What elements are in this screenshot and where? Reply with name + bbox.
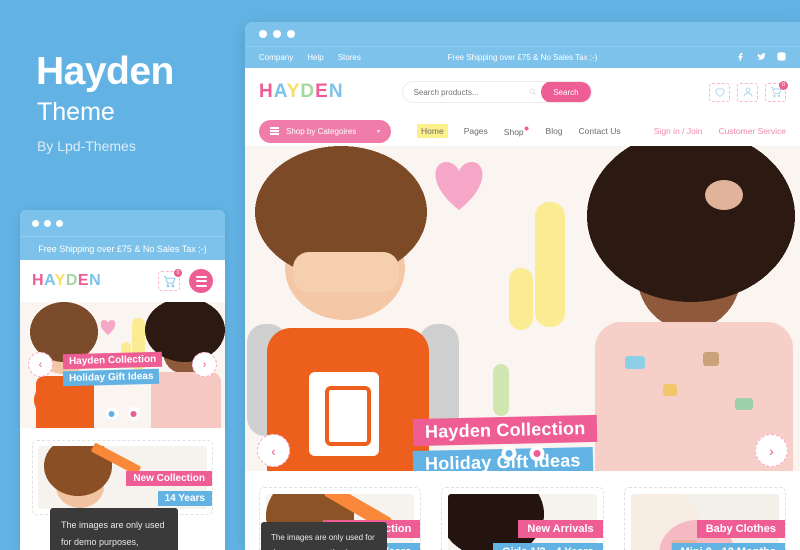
topbar-links: Company Help Stores xyxy=(259,53,361,62)
mobile-hero-slider: Hayden Collection Holiday Gift Ideas ‹ › xyxy=(20,302,225,428)
nav-item-home[interactable]: Home xyxy=(417,124,448,138)
sign-in-join-link[interactable]: Sign in / Join xyxy=(654,126,703,136)
browser-window: Company Help Stores Free Shipping over £… xyxy=(245,22,800,550)
mobile-hero-tag-primary: Hayden Collection xyxy=(62,351,163,370)
mobile-hero-prev-icon[interactable]: ‹ xyxy=(28,352,53,377)
mobile-shipping-banner: Free Shipping over £75 & No Sales Tax ;-… xyxy=(20,236,225,260)
topbar-link-company[interactable]: Company xyxy=(259,53,293,62)
mobile-logo[interactable]: HAYDEN xyxy=(32,272,101,290)
hero-slider: Hayden Collection Holiday Gift Ideas ‹ › xyxy=(245,146,800,471)
hero-prev-icon[interactable]: ‹ xyxy=(257,434,290,467)
hero-headline-primary: Hayden Collection xyxy=(412,414,598,447)
promo-card-baby-clothes[interactable]: Baby Clothes Mini 0 - 12 Months xyxy=(623,487,786,550)
cart-badge: 0 xyxy=(779,80,788,90)
window-dot-close-icon[interactable] xyxy=(32,219,39,227)
promo-card-tag-primary: Baby Clothes xyxy=(696,520,785,538)
nav-item-contact-us[interactable]: Contact Us xyxy=(579,126,621,136)
hero-dot-1[interactable] xyxy=(501,446,516,461)
nav-item-shop-label: Shop xyxy=(503,126,524,137)
mobile-header: HAYDEN 0 xyxy=(20,260,225,302)
search-icon xyxy=(525,88,541,96)
mobile-preview-window: Free Shipping over £75 & No Sales Tax ;-… xyxy=(20,210,225,550)
search-input[interactable] xyxy=(402,87,526,97)
star-icon: ✸ xyxy=(523,126,530,134)
promo-subtitle: Theme xyxy=(37,98,115,126)
topbar-link-help[interactable]: Help xyxy=(307,53,323,62)
instagram-icon[interactable] xyxy=(777,52,786,63)
site-header: HAYDEN Search 0 xyxy=(245,68,800,116)
promo-card-new-arrivals[interactable]: New Arrivals Girls 1/2 - 4 Years xyxy=(441,487,604,550)
search-bar: Search xyxy=(401,81,592,103)
mobile-hero-tag-secondary: Holiday Gift Ideas xyxy=(62,368,160,387)
nav-item-blog[interactable]: Blog xyxy=(546,126,563,136)
header-icon-group: 0 xyxy=(709,80,788,102)
cactus-decor-small-icon xyxy=(493,364,509,416)
hero-photo-right xyxy=(585,146,800,471)
nav-item-pages[interactable]: Pages xyxy=(464,126,488,136)
mobile-header-icons: 0 xyxy=(158,269,213,293)
promo-author: By Lpd-Themes xyxy=(37,138,136,154)
hero-next-icon[interactable]: › xyxy=(755,434,788,467)
mobile-card-tag-primary: New Collection xyxy=(126,471,212,486)
cactus-decor-icon xyxy=(509,202,565,330)
hero-photo-right-bow xyxy=(705,180,743,210)
window-dot-close-icon[interactable] xyxy=(259,30,267,38)
mobile-hero-dot-2[interactable] xyxy=(127,407,140,420)
mobile-window-chrome xyxy=(20,210,225,236)
mobile-card-tag-secondary: 14 Years xyxy=(157,491,212,506)
hero-photo-left-print xyxy=(309,372,379,456)
nav-links: Home Pages Shop✸ Blog Contact Us xyxy=(417,124,621,138)
social-links xyxy=(737,52,786,63)
wishlist-icon[interactable] xyxy=(709,82,730,102)
hero-pattern-3 xyxy=(703,352,719,366)
mobile-copyright-tooltip: The images are only used for demo purpos… xyxy=(50,508,178,550)
copyright-tooltip: The images are only used for demo purpos… xyxy=(261,522,387,550)
mobile-promo-card[interactable]: New Collection 14 Years xyxy=(32,440,213,515)
window-dot-minimize-icon[interactable] xyxy=(44,219,51,227)
hamburger-icon xyxy=(270,127,279,135)
mobile-hero-dot-1[interactable] xyxy=(105,407,118,420)
account-icon[interactable] xyxy=(737,82,758,102)
promo-card-tag-primary: New Arrivals xyxy=(518,520,603,538)
site-logo[interactable]: HAYDEN xyxy=(259,81,344,103)
hero-photo-left-hands xyxy=(293,252,399,292)
search-button[interactable]: Search xyxy=(541,82,591,102)
window-dot-maximize-icon[interactable] xyxy=(56,219,63,227)
nav-item-shop[interactable]: Shop✸ xyxy=(504,125,530,137)
mobile-cart-badge: 0 xyxy=(174,269,182,277)
promo-panel: Hayden Theme By Lpd-Themes Free Shipping… xyxy=(0,0,240,550)
promo-card-tag-secondary: Mini 0 - 12 Months xyxy=(671,543,785,550)
customer-service-link[interactable]: Customer Service xyxy=(718,126,786,136)
window-dot-minimize-icon[interactable] xyxy=(273,30,281,38)
hero-pagination-dots xyxy=(501,446,544,461)
facebook-icon[interactable] xyxy=(737,52,746,63)
hero-pattern-4 xyxy=(735,398,753,410)
categories-button-label: Shop by Categoires xyxy=(286,126,357,136)
hero-pattern-2 xyxy=(663,384,677,396)
mobile-promo-cards: New Collection 14 Years xyxy=(20,428,225,515)
browser-window-chrome xyxy=(245,22,800,46)
mobile-menu-icon[interactable] xyxy=(189,269,213,293)
twitter-icon[interactable] xyxy=(757,52,766,63)
promo-card-tag-secondary: Girls 1/2 - 4 Years xyxy=(493,543,603,550)
shop-by-categories-button[interactable]: Shop by Categoires ▾ xyxy=(259,119,391,143)
main-navigation: Shop by Categoires ▾ Home Pages Shop✸ Bl… xyxy=(245,116,800,146)
mobile-hero-dots xyxy=(105,407,140,420)
nav-account-links: Sign in / Join Customer Service xyxy=(654,126,786,136)
window-dot-maximize-icon[interactable] xyxy=(287,30,295,38)
utility-topbar: Company Help Stores Free Shipping over £… xyxy=(245,46,800,68)
topbar-link-stores[interactable]: Stores xyxy=(338,53,361,62)
promo-title: Hayden xyxy=(36,50,174,93)
mobile-hero-next-icon[interactable]: › xyxy=(192,352,217,377)
hero-dot-2[interactable] xyxy=(529,446,544,461)
mobile-cart-icon[interactable]: 0 xyxy=(158,269,182,291)
hero-pattern-1 xyxy=(625,356,645,369)
cart-icon[interactable]: 0 xyxy=(765,80,788,102)
chevron-down-icon: ▾ xyxy=(376,128,380,135)
